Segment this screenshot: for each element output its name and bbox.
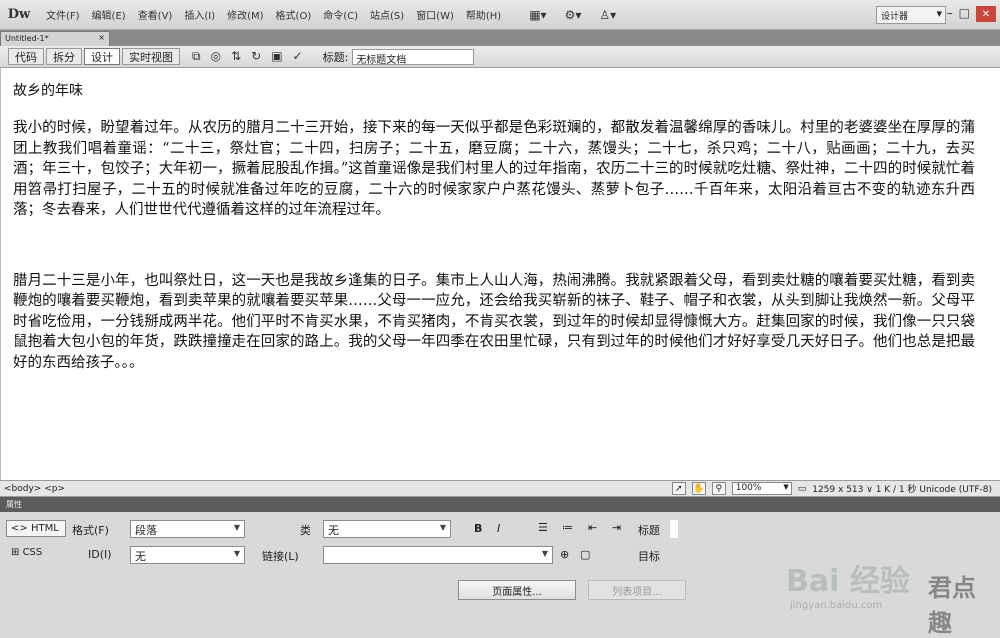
- page-properties-button[interactable]: 页面属性...: [458, 580, 576, 600]
- id-select[interactable]: 无 ▼: [130, 546, 245, 564]
- menu-insert[interactable]: 插入(I): [184, 7, 215, 22]
- document-tab-bar: Untitled-1* ×: [0, 30, 1000, 46]
- class-value: 无: [328, 524, 339, 537]
- menu-view[interactable]: 查看(V): [138, 7, 173, 22]
- gear-icon[interactable]: ⚙▾: [565, 8, 582, 22]
- validate-icon[interactable]: ✓: [293, 49, 303, 64]
- menu-site[interactable]: 站点(S): [370, 7, 404, 22]
- class-label: 类: [300, 524, 311, 537]
- watermark-url: jingyan.baidu.com: [790, 600, 883, 611]
- html-mode-label: HTML: [30, 523, 59, 534]
- link-label: 链接(L): [262, 550, 299, 563]
- file-management-icon[interactable]: ⇅: [231, 49, 241, 64]
- watermark-badge: 君点趣: [928, 574, 976, 637]
- document-tab-label: Untitled-1*: [5, 34, 49, 43]
- outdent-icon[interactable]: ⇤: [588, 521, 597, 534]
- target-label: 目标: [638, 550, 660, 563]
- indent-icon[interactable]: ⇥: [612, 521, 621, 534]
- baidu-watermark: Bai 经验 jingyan.baidu.com 君点趣: [778, 548, 988, 637]
- menu-file[interactable]: 文件(F): [46, 7, 80, 22]
- tab-close-icon[interactable]: ×: [98, 33, 105, 42]
- design-view-button[interactable]: 设计: [84, 48, 120, 65]
- refresh-icon[interactable]: ↻: [251, 49, 261, 64]
- link-input[interactable]: ▼: [323, 546, 553, 564]
- menu-window[interactable]: 窗口(W): [416, 7, 454, 22]
- html-icon: <>: [11, 523, 31, 534]
- workspace-select[interactable]: 设计器 ▼: [876, 6, 946, 24]
- html-mode-button[interactable]: <> HTML: [6, 520, 66, 537]
- title-attr-label: 标题: [638, 524, 660, 537]
- hand-tool-icon[interactable]: ✋: [691, 482, 706, 495]
- document-info: 1259 x 513 ∨ 1 K / 1 秒 Unicode (UTF-8): [812, 485, 992, 495]
- maximize-icon[interactable]: □: [959, 6, 970, 22]
- window-size-icon[interactable]: ▭: [798, 484, 807, 494]
- close-icon[interactable]: ✕: [976, 6, 996, 22]
- italic-button[interactable]: I: [497, 522, 500, 535]
- menu-edit[interactable]: 编辑(E): [92, 7, 126, 22]
- css-mode-label: CSS: [22, 547, 43, 558]
- tag-selector[interactable]: <body> <p>: [4, 484, 65, 494]
- format-label: 格式(F): [72, 524, 109, 537]
- menu-bar: Dw 文件(F) 编辑(E) 查看(V) 插入(I) 修改(M) 格式(O) 命…: [0, 0, 1000, 30]
- menu-help[interactable]: 帮助(H): [466, 7, 501, 22]
- zoom-select[interactable]: 100% ▼: [731, 482, 792, 495]
- chevron-down-icon: ▼: [439, 523, 446, 532]
- zoom-tool-icon[interactable]: ⚲: [711, 482, 726, 495]
- paragraph-2[interactable]: 腊月二十三是小年，也叫祭灶日，这一天也是我故乡逢集的日子。集市上人山人海，热闹沸…: [13, 271, 975, 374]
- status-bar: <body> <p> ➚ ✋ ⚲ 100% ▼ ▭ 1259 x 513 ∨ 1…: [0, 480, 1000, 497]
- menu-format[interactable]: 格式(O): [276, 7, 312, 22]
- app-logo: Dw: [7, 7, 31, 22]
- paragraph-1[interactable]: 我小的时候，盼望着过年。从农历的腊月二十三开始，接下来的每一天似乎都是色彩斑斓的…: [13, 118, 975, 221]
- point-to-file-icon[interactable]: ⊕: [560, 548, 569, 561]
- multiscreen-icon[interactable]: ⧉: [192, 49, 201, 64]
- document-tab[interactable]: Untitled-1* ×: [0, 31, 110, 46]
- bold-button[interactable]: B: [474, 522, 482, 535]
- chevron-down-icon: ▼: [541, 549, 548, 558]
- minimize-icon[interactable]: –: [947, 6, 953, 22]
- workspace-value: 设计器: [881, 12, 909, 22]
- zoom-value: 100%: [735, 483, 762, 493]
- document-toolbar: 代码 拆分 设计 实时视图 ⧉ ◎ ⇅ ↻ ▣ ✓ 标题: 无标题文档: [0, 46, 1000, 68]
- css-mode-button[interactable]: ⊞ CSS: [6, 544, 66, 561]
- chevron-down-icon: ▼: [936, 10, 942, 18]
- id-label: ID(I): [88, 548, 112, 561]
- menu-commands[interactable]: 命令(C): [323, 7, 358, 22]
- browse-folder-icon[interactable]: ▢: [580, 548, 590, 561]
- extend-icon[interactable]: ♙▾: [599, 8, 616, 22]
- properties-header[interactable]: 属性: [0, 497, 1000, 512]
- chevron-down-icon: ▼: [233, 523, 240, 532]
- code-view-button[interactable]: 代码: [8, 48, 44, 65]
- watermark-brand: Bai 经验: [786, 564, 910, 599]
- title-attr-input[interactable]: [670, 520, 678, 538]
- menu-modify[interactable]: 修改(M): [227, 7, 263, 22]
- format-value: 段落: [135, 524, 157, 537]
- pointer-tool-icon[interactable]: ➚: [671, 482, 686, 495]
- list-item-button: 列表项目...: [588, 580, 686, 600]
- visual-aids-icon[interactable]: ▣: [271, 49, 282, 64]
- design-canvas[interactable]: 故乡的年味 我小的时候，盼望着过年。从农历的腊月二十三开始，接下来的每一天似乎都…: [0, 68, 1000, 480]
- document-heading[interactable]: 故乡的年味: [13, 80, 988, 100]
- layout-icon[interactable]: ▦▾: [529, 8, 546, 22]
- unordered-list-icon[interactable]: ☰: [538, 521, 548, 534]
- page-title-input[interactable]: 无标题文档: [352, 48, 475, 66]
- split-view-button[interactable]: 拆分: [46, 48, 82, 65]
- format-select[interactable]: 段落 ▼: [130, 520, 245, 538]
- id-value: 无: [135, 550, 146, 563]
- chevron-down-icon: ▼: [233, 549, 240, 558]
- page-title-label: 标题:: [322, 50, 349, 64]
- ordered-list-icon[interactable]: ≔: [562, 521, 573, 534]
- css-icon: ⊞: [11, 547, 23, 558]
- preview-icon[interactable]: ◎: [211, 49, 221, 64]
- live-view-button[interactable]: 实时视图: [122, 48, 180, 65]
- chevron-down-icon: ▼: [783, 483, 789, 491]
- class-select[interactable]: 无 ▼: [323, 520, 451, 538]
